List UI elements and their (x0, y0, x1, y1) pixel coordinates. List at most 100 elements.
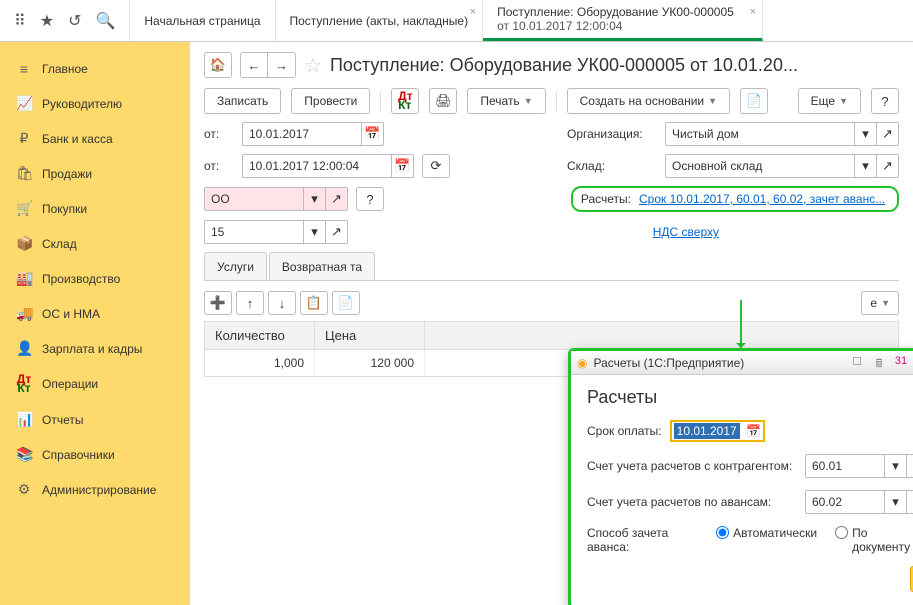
page-title: Поступление: Оборудование УК00-000005 от… (330, 55, 899, 76)
acc1-label: Счет учета расчетов с контрагентом: (587, 459, 797, 473)
date-input[interactable]: 10.01.2017 (242, 122, 362, 146)
star-icon[interactable]: ★ (40, 11, 54, 31)
warehouse-input[interactable]: Основной склад (665, 154, 855, 178)
tab-receipt-doc[interactable]: Поступление: Оборудование УК00-000005 от… (483, 0, 763, 41)
advance-radio-group: Автоматически По документу Не зачитывать (716, 526, 913, 554)
person-icon: 👤 (16, 340, 32, 357)
apps-icon[interactable]: ⠿ (14, 11, 26, 31)
dropdown-icon[interactable]: ▾ (885, 454, 907, 478)
tab-label: Поступление: Оборудование УК00-000005 (497, 5, 748, 19)
open-icon[interactable]: ↗ (877, 122, 899, 146)
refresh-icon[interactable]: ⟳ (422, 154, 450, 178)
attach-button[interactable]: 📄 (740, 88, 768, 114)
copy-button[interactable]: 📋 (300, 291, 328, 315)
contractor-input[interactable]: ОО (204, 187, 304, 211)
vat-link[interactable]: НДС сверху (653, 225, 719, 239)
history-icon[interactable]: ↺ (68, 11, 81, 31)
more-button[interactable]: Еще▼ (798, 88, 861, 114)
menu-icon: ≡ (16, 61, 32, 77)
sidebar-item-production[interactable]: 🏭Производство (0, 261, 190, 296)
sidebar-item-bank[interactable]: ₽Банк и касса (0, 121, 190, 156)
tab-label: Начальная страница (144, 14, 260, 28)
bag-icon: 🛍 (16, 165, 32, 182)
calendar-icon[interactable]: 📅 (746, 424, 761, 438)
back-button[interactable]: ← (240, 52, 268, 78)
subtab-services[interactable]: Услуги (204, 252, 267, 280)
tab-home[interactable]: Начальная страница (130, 0, 275, 41)
open-icon[interactable]: ↗ (326, 220, 348, 244)
dtkt-button[interactable]: ДтКт (391, 88, 419, 114)
contract-input[interactable]: 15 (204, 220, 304, 244)
advance-label: Способ зачета аванса: (587, 526, 708, 554)
post-button[interactable]: Провести (291, 88, 370, 114)
acc2-input[interactable]: 60.02 (805, 490, 885, 514)
box-icon: 📦 (16, 235, 32, 252)
sidebar-item-admin[interactable]: ⚙Администрирование (0, 472, 190, 507)
table-more-button[interactable]: е▼ (861, 291, 899, 315)
calc-icon[interactable]: 🖩 (871, 355, 887, 371)
close-icon[interactable]: × (750, 6, 756, 18)
save-button[interactable]: Записать (204, 88, 281, 114)
radio-by-doc[interactable]: По документу (835, 526, 913, 554)
open-icon[interactable]: ↗ (907, 454, 913, 478)
close-icon[interactable]: × (470, 6, 476, 18)
factory-icon: 🏭 (16, 270, 32, 287)
calc-link[interactable]: Срок 10.01.2017, 60.01, 60.02, зачет ава… (639, 192, 889, 206)
paste-button[interactable]: 📄 (332, 291, 360, 315)
win-icon[interactable]: ☐ (849, 355, 865, 371)
tab-sublabel: от 10.01.2017 12:00:04 (497, 19, 748, 33)
dropdown-icon[interactable]: ▾ (855, 154, 877, 178)
due-date-highlight: 10.01.2017 📅 (670, 420, 766, 442)
dropdown-icon[interactable]: ▾ (855, 122, 877, 146)
due-date-input[interactable]: 10.01.2017 (674, 423, 740, 439)
sidebar-item-hr[interactable]: 👤Зарплата и кадры (0, 331, 190, 366)
forward-button[interactable]: → (268, 52, 296, 78)
datetime-label: от: (204, 159, 234, 173)
calendar-icon[interactable]: 31 (893, 355, 909, 371)
move-down-button[interactable]: ↓ (268, 291, 296, 315)
sidebar-item-reports[interactable]: 📊Отчеты (0, 402, 190, 437)
cell-quantity[interactable]: 1,000 (205, 350, 315, 376)
sidebar-item-assets[interactable]: 🚚ОС и НМА (0, 296, 190, 331)
open-icon[interactable]: ↗ (877, 154, 899, 178)
print-icon-button[interactable]: 🖨 (429, 88, 457, 114)
calendar-icon[interactable]: 📅 (362, 122, 384, 146)
org-label: Организация: (567, 127, 657, 141)
modal-titlebar[interactable]: ◉ Расчеты (1С:Предприятие) ☐ 🖩 31 M M+ M… (571, 351, 913, 375)
sidebar-label: Справочники (42, 448, 115, 462)
add-row-button[interactable]: ➕ (204, 291, 232, 315)
topbar-icon-group: ⠿ ★ ↺ 🔍 (0, 0, 130, 41)
cell-price[interactable]: 120 000 (315, 350, 425, 376)
datetime-input[interactable]: 10.01.2017 12:00:04 (242, 154, 392, 178)
col-price[interactable]: Цена (315, 322, 425, 349)
dropdown-icon[interactable]: ▾ (304, 220, 326, 244)
sidebar-item-sales[interactable]: 🛍Продажи (0, 156, 190, 191)
sidebar-item-warehouse[interactable]: 📦Склад (0, 226, 190, 261)
create-based-button[interactable]: Создать на основании▼ (567, 88, 730, 114)
help-icon[interactable]: ? (356, 187, 384, 211)
calendar-icon[interactable]: 📅 (392, 154, 414, 178)
sidebar-label: Операции (42, 377, 98, 391)
home-button[interactable]: 🏠 (204, 52, 232, 78)
radio-auto[interactable]: Автоматически (716, 526, 817, 540)
move-up-button[interactable]: ↑ (236, 291, 264, 315)
sidebar-item-purchases[interactable]: 🛒Покупки (0, 191, 190, 226)
sidebar-item-main[interactable]: ≡Главное (0, 52, 190, 86)
print-button[interactable]: Печать▼ (467, 88, 545, 114)
org-input[interactable]: Чистый дом (665, 122, 855, 146)
sidebar-item-operations[interactable]: ДтКтОперации (0, 366, 190, 402)
dropdown-icon[interactable]: ▾ (304, 187, 326, 211)
open-icon[interactable]: ↗ (326, 187, 348, 211)
sidebar-item-catalogs[interactable]: 📚Справочники (0, 437, 190, 472)
tab-receipts-list[interactable]: Поступление (акты, накладные) × (276, 0, 484, 41)
open-icon[interactable]: ↗ (907, 490, 913, 514)
help-button[interactable]: ? (871, 88, 899, 114)
dropdown-icon[interactable]: ▾ (885, 490, 907, 514)
subtab-returnable[interactable]: Возвратная та (269, 252, 375, 280)
acc1-input[interactable]: 60.01 (805, 454, 885, 478)
sidebar-item-manager[interactable]: 📈Руководителю (0, 86, 190, 121)
col-quantity[interactable]: Количество (205, 322, 315, 349)
subtab-strip: Услуги Возвратная та (204, 252, 899, 281)
search-icon[interactable]: 🔍 (95, 11, 115, 31)
favorite-icon[interactable]: ☆ (304, 53, 322, 78)
